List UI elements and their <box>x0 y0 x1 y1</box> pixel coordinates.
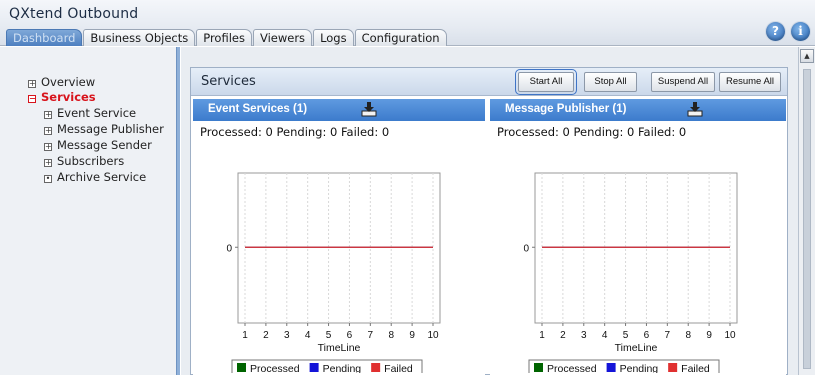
x-tick-label: 5 <box>623 330 629 341</box>
x-tick-label: 1 <box>242 330 248 341</box>
x-tick-label: 6 <box>644 330 650 341</box>
plot-area <box>237 172 441 324</box>
legend-swatch <box>668 363 678 372</box>
panel-title: Event Services (1) <box>208 103 308 115</box>
panel-header: Message Publisher (1) <box>490 99 786 121</box>
x-tick-label: 3 <box>581 330 587 341</box>
tab-configuration[interactable]: Configuration <box>354 29 447 46</box>
x-axis-label: TimeLine <box>615 342 658 354</box>
main-tabs: Dashboard Business Objects Profiles View… <box>6 28 448 46</box>
x-tick-label: 3 <box>284 330 290 341</box>
nav-splitter[interactable] <box>176 47 180 375</box>
expand-icon[interactable]: + <box>44 143 52 151</box>
main-area: Services Start All Stop All Suspend All … <box>181 47 798 375</box>
legend-item-pending: Pending <box>323 363 362 373</box>
event-services-panel: Event Services (1) Processed: 0 Pending:… <box>193 99 485 375</box>
start-all-button[interactable]: Start All <box>515 69 577 95</box>
x-tick-label: 8 <box>388 330 394 341</box>
event-services-chart: 1 2 3 4 5 6 7 8 9 10 0 TimeLine Processed Pending Fail… <box>226 172 441 373</box>
legend-item-pending: Pending <box>620 363 659 373</box>
tab-business-objects[interactable]: Business Objects <box>83 29 196 46</box>
tab-profiles[interactable]: Profiles <box>196 29 252 46</box>
x-tick-label: 7 <box>665 330 671 341</box>
legend-swatch <box>309 363 319 372</box>
nav-item-overview[interactable]: + Overview <box>28 75 95 89</box>
stop-all-button[interactable]: Stop All <box>584 72 637 92</box>
collapse-icon[interactable]: − <box>28 95 36 103</box>
nav-item-label: Services <box>41 90 96 104</box>
x-tick-label: 4 <box>305 330 311 341</box>
nav-item-label: Message Publisher <box>57 122 164 136</box>
x-tick-label: 5 <box>326 330 332 341</box>
legend-item-processed: Processed <box>547 363 597 373</box>
suspend-all-button[interactable]: Suspend All <box>651 72 715 92</box>
scroll-up-arrow-icon[interactable]: ▲ <box>800 49 814 63</box>
download-icon[interactable] <box>361 101 377 117</box>
x-tick-label: 2 <box>263 330 269 341</box>
nav-item-event-service[interactable]: + Event Service <box>44 106 136 120</box>
nav-item-services[interactable]: − Services <box>28 90 96 104</box>
expand-icon[interactable]: + <box>44 127 52 135</box>
legend-item-failed: Failed <box>681 363 710 373</box>
tab-logs[interactable]: Logs <box>313 29 354 46</box>
tab-viewers[interactable]: Viewers <box>252 29 313 46</box>
panel-stats: Processed: 0 Pending: 0 Failed: 0 <box>200 125 390 139</box>
message-publisher-chart: 1 2 3 4 5 6 7 8 9 10 0 TimeLine Processed Pending Fail… <box>523 172 738 373</box>
expand-icon[interactable]: + <box>28 80 36 88</box>
expand-icon[interactable]: + <box>44 159 52 167</box>
info-icon[interactable]: i <box>791 22 810 41</box>
nav-item-label: Event Service <box>57 106 137 120</box>
plot-area <box>534 172 738 324</box>
x-tick-label: 6 <box>347 330 353 341</box>
nav-item-label: Archive Service <box>57 170 147 184</box>
nav-item-message-sender[interactable]: + Message Sender <box>44 138 152 152</box>
help-icon[interactable]: ? <box>766 22 785 41</box>
legend-swatch <box>606 363 616 372</box>
scrollbar-track[interactable] <box>803 69 811 369</box>
x-axis-label: TimeLine <box>318 342 361 354</box>
x-tick-label: 9 <box>706 330 712 341</box>
y-tick-label: 0 <box>523 243 529 254</box>
x-tick-label: 4 <box>602 330 608 341</box>
resume-all-button[interactable]: Resume All <box>719 72 781 92</box>
leaf-icon: • <box>44 174 52 183</box>
nav-item-message-publisher[interactable]: + Message Publisher <box>44 122 164 136</box>
panel-header: Event Services (1) <box>193 99 485 121</box>
nav-item-label: Subscribers <box>57 154 125 168</box>
expand-icon[interactable]: + <box>44 111 52 119</box>
panel-stats: Processed: 0 Pending: 0 Failed: 0 <box>497 125 687 139</box>
nav-item-subscribers[interactable]: + Subscribers <box>44 154 124 168</box>
x-tick-label: 1 <box>539 330 545 341</box>
x-tick-label: 7 <box>368 330 374 341</box>
legend-swatch <box>534 363 543 372</box>
app-header: QXtend Outbound Dashboard Business Objec… <box>0 0 815 46</box>
tab-dashboard[interactable]: Dashboard <box>6 29 83 46</box>
nav-item-label: Message Sender <box>57 138 152 152</box>
services-header: Services Start All Stop All Suspend All … <box>191 68 787 96</box>
legend-swatch <box>371 363 381 372</box>
x-tick-label: 2 <box>560 330 566 341</box>
services-panel: Services Start All Stop All Suspend All … <box>190 67 788 375</box>
legend-item-processed: Processed <box>250 363 300 373</box>
legend-item-failed: Failed <box>384 363 413 373</box>
x-tick-label: 10 <box>724 330 736 341</box>
x-tick-label: 8 <box>685 330 691 341</box>
message-publisher-panel: Message Publisher (1) Processed: 0 Pendi… <box>490 99 786 375</box>
panel-title: Message Publisher (1) <box>505 103 627 115</box>
download-icon[interactable] <box>687 101 703 117</box>
left-navigation: + Overview − Services + Event Service + Mess… <box>0 47 176 375</box>
legend-swatch <box>237 363 246 372</box>
page-title: Services <box>201 74 256 89</box>
nav-item-label: Overview <box>41 75 96 89</box>
x-tick-label: 9 <box>409 330 415 341</box>
vertical-scrollbar[interactable]: ▲ <box>798 47 815 375</box>
nav-item-archive-service[interactable]: • Archive Service <box>44 170 146 184</box>
app-title: QXtend Outbound <box>9 6 139 22</box>
x-tick-label: 10 <box>427 330 439 341</box>
y-tick-label: 0 <box>226 243 232 254</box>
